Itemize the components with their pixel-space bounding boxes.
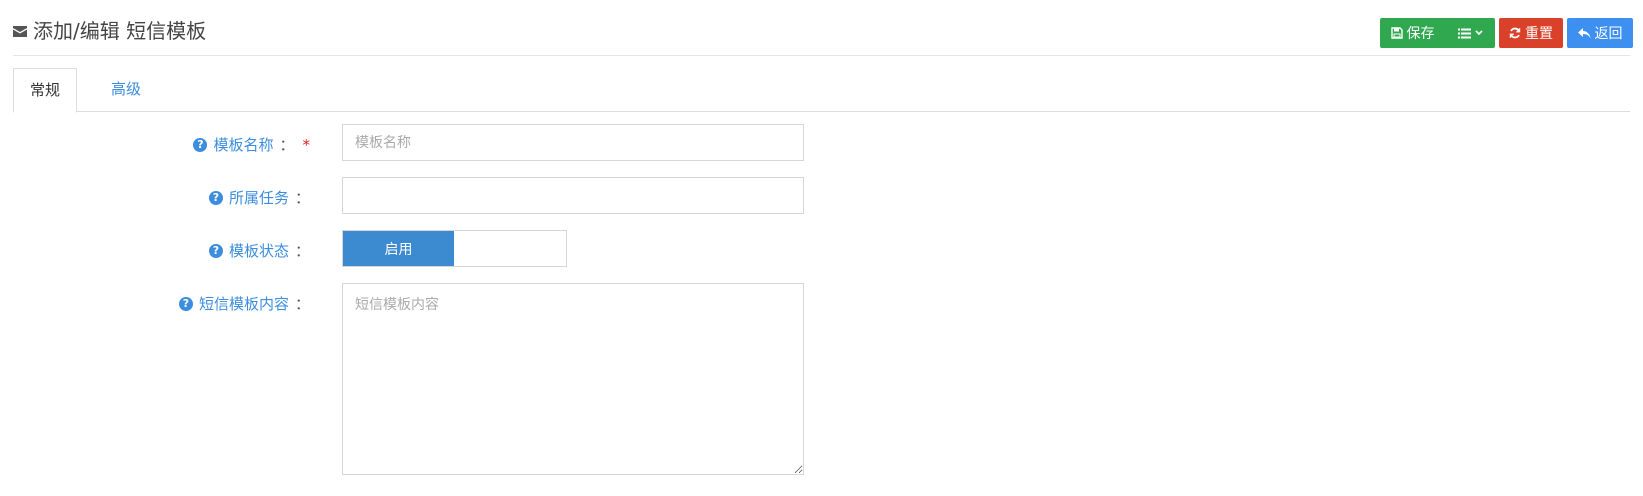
form-row-status: ? 模板状态 ： 启用 bbox=[0, 229, 1643, 268]
question-circle-icon[interactable]: ? bbox=[208, 243, 223, 258]
refresh-icon bbox=[1509, 27, 1521, 39]
page-title: 添加/编辑 短信模板 bbox=[13, 18, 206, 44]
task-label-colon: ： bbox=[294, 189, 310, 207]
template-name-input[interactable] bbox=[342, 124, 804, 161]
save-button[interactable]: 保存 bbox=[1380, 18, 1445, 48]
form-row-content: ? 短信模板内容 ： bbox=[0, 282, 1643, 478]
save-button-group: 保存 bbox=[1380, 18, 1495, 48]
content-label: ? 短信模板内容 ： bbox=[178, 293, 310, 314]
question-circle-icon[interactable]: ? bbox=[208, 190, 223, 205]
back-button[interactable]: 返回 bbox=[1567, 18, 1633, 48]
more-options-button[interactable] bbox=[1445, 18, 1495, 48]
page-header: 添加/编辑 短信模板 保存 重置 返回 bbox=[0, 0, 1643, 56]
tab-general-label: 常规 bbox=[29, 81, 60, 99]
required-mark: * bbox=[302, 135, 311, 154]
sms-content-textarea[interactable] bbox=[342, 283, 804, 475]
status-label-colon: ： bbox=[294, 242, 310, 260]
list-icon bbox=[1457, 28, 1471, 38]
save-button-label: 保存 bbox=[1406, 26, 1435, 42]
question-circle-icon[interactable]: ? bbox=[178, 296, 193, 311]
envelope-icon bbox=[13, 25, 27, 37]
tab-general[interactable]: 常规 bbox=[13, 68, 77, 113]
form-row-task: ? 所属任务 ： bbox=[0, 176, 1643, 215]
form-row-name: ? 模板名称 ： * bbox=[0, 123, 1643, 162]
name-label: ? 模板名称 ： * bbox=[193, 134, 310, 155]
question-circle-icon[interactable]: ? bbox=[193, 137, 208, 152]
page-title-text: 添加/编辑 短信模板 bbox=[33, 19, 207, 43]
task-label-text: 所属任务 bbox=[228, 189, 289, 207]
tab-advanced[interactable]: 高级 bbox=[96, 68, 156, 113]
reset-button[interactable]: 重置 bbox=[1499, 18, 1563, 48]
name-label-text: 模板名称 bbox=[213, 136, 274, 154]
name-label-colon: ： bbox=[279, 136, 295, 154]
content-label-text: 短信模板内容 bbox=[198, 295, 289, 313]
floppy-disk-icon bbox=[1390, 27, 1403, 39]
tab-bar: 常规 高级 bbox=[13, 68, 1630, 113]
header-divider bbox=[13, 55, 1630, 56]
reset-button-label: 重置 bbox=[1525, 26, 1553, 42]
status-toggle-on[interactable]: 启用 bbox=[343, 231, 454, 266]
task-input[interactable] bbox=[342, 177, 804, 214]
status-toggle-off[interactable] bbox=[454, 231, 566, 266]
status-label-text: 模板状态 bbox=[228, 242, 289, 260]
status-toggle-on-label: 启用 bbox=[384, 241, 413, 258]
reply-icon bbox=[1577, 27, 1590, 38]
content-label-colon: ： bbox=[294, 295, 310, 313]
back-button-label: 返回 bbox=[1594, 26, 1623, 42]
status-label: ? 模板状态 ： bbox=[208, 240, 310, 261]
toolbar: 保存 重置 返回 bbox=[1380, 18, 1633, 48]
chevron-down-icon bbox=[1474, 30, 1483, 36]
task-label: ? 所属任务 ： bbox=[208, 187, 310, 208]
tab-advanced-label: 高级 bbox=[111, 80, 142, 98]
status-toggle[interactable]: 启用 bbox=[342, 230, 567, 267]
